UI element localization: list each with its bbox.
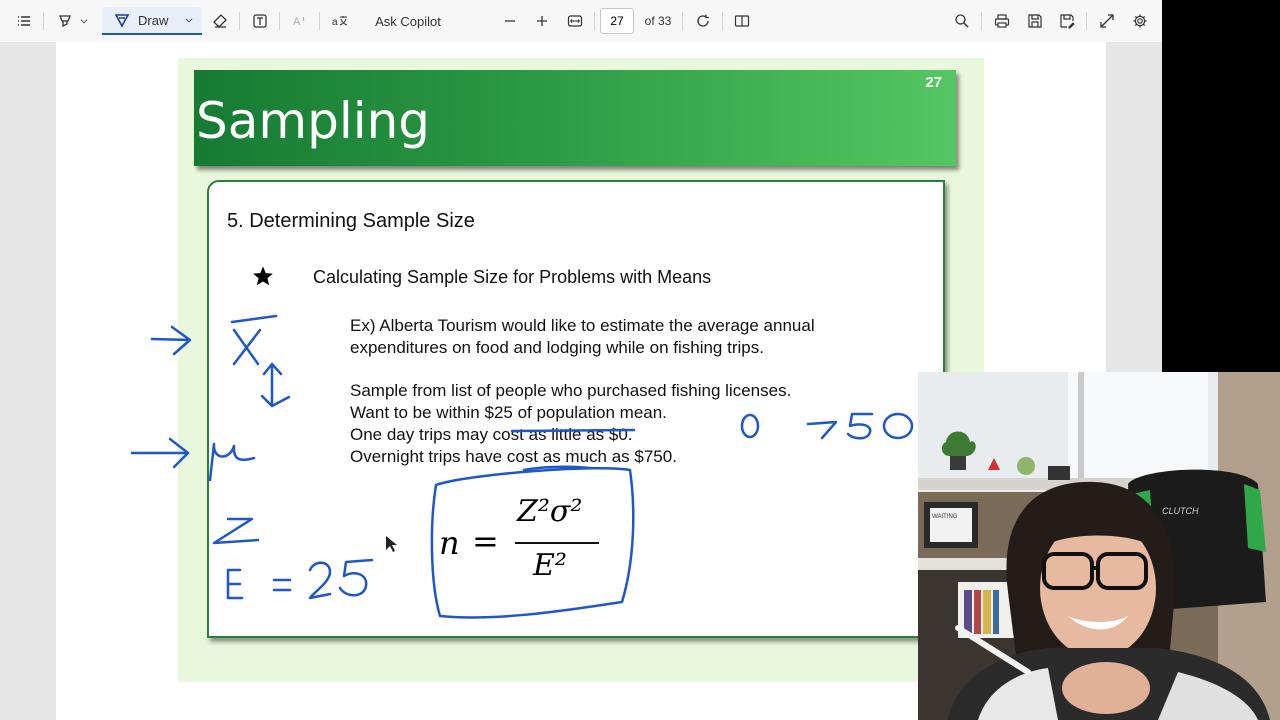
- minus-icon: [505, 20, 515, 22]
- slide: Sampling 27 5. Determining Sample Size C…: [178, 58, 984, 682]
- divider: [279, 12, 280, 30]
- frame-text: WAITING: [932, 514, 958, 520]
- example-line-2: expenditures on food and lodging while o…: [350, 338, 764, 357]
- draw-label: Draw: [138, 12, 169, 28]
- formula-denominator: E²: [533, 548, 567, 583]
- printer-icon: [994, 14, 1010, 28]
- webcam-video: WAITING CLUTCH: [918, 372, 1280, 720]
- two-page-icon: [734, 15, 750, 27]
- divider: [682, 12, 683, 30]
- print-button[interactable]: [990, 7, 1014, 35]
- read-aloud-button[interactable]: A: [288, 7, 312, 35]
- sample-size-formula: n = Z²σ² E²: [437, 492, 607, 602]
- page-view-button[interactable]: [730, 7, 754, 35]
- formula-fraction-bar: [515, 542, 599, 544]
- settings-button[interactable]: [1128, 7, 1152, 35]
- highlighter-icon: [59, 15, 71, 28]
- divider: [239, 12, 240, 30]
- chevron-down-icon: [80, 19, 88, 24]
- formula-n: n: [439, 524, 460, 562]
- save-as-button[interactable]: [1055, 7, 1079, 35]
- divider: [981, 12, 982, 30]
- divider: [43, 12, 44, 30]
- contents-button[interactable]: [12, 7, 36, 35]
- expand-icon: [1100, 14, 1114, 28]
- example-line-1: Ex) Alberta Tourism would like to estima…: [350, 316, 815, 335]
- draw-button[interactable]: Draw: [102, 7, 202, 35]
- fit-page-button[interactable]: [563, 7, 587, 35]
- webcam-frame: WAITING CLUTCH: [918, 372, 1280, 720]
- info-line-3: One day trips may cost as little as $0.: [350, 425, 633, 444]
- plus-icon: [537, 16, 547, 26]
- text-box-icon: [253, 14, 267, 28]
- slide-title-bar: Sampling 27: [194, 70, 956, 166]
- save-button[interactable]: [1023, 7, 1047, 35]
- zoom-in-button[interactable]: [530, 7, 554, 35]
- search-icon: [955, 14, 969, 28]
- rotate-icon: [697, 14, 709, 27]
- formula-numerator: Z²σ²: [517, 494, 583, 529]
- zoom-out-button[interactable]: [498, 7, 522, 35]
- slide-content-box: 5. Determining Sample Size Calculating S…: [207, 180, 945, 638]
- read-aloud-icon: A: [293, 16, 305, 28]
- info-line-2: Want to be within $25 of population mean…: [350, 403, 667, 422]
- highlight-button[interactable]: [52, 7, 94, 35]
- svg-text:A: A: [293, 16, 301, 28]
- list-icon: [18, 16, 30, 26]
- divider: [722, 12, 723, 30]
- slide-title: Sampling: [196, 92, 431, 150]
- info-line-4: Overnight trips have cost as much as $75…: [350, 447, 677, 466]
- divider: [319, 12, 320, 30]
- translate-icon: a: [332, 16, 348, 28]
- full-screen-button[interactable]: [1095, 7, 1119, 35]
- star-icon: [253, 266, 273, 286]
- translate-button[interactable]: a: [328, 7, 352, 35]
- search-button[interactable]: [950, 7, 974, 35]
- save-as-icon: [1060, 14, 1075, 29]
- page-number-input[interactable]: [600, 8, 634, 34]
- erase-button[interactable]: [208, 7, 232, 35]
- formula-equals: =: [472, 522, 499, 560]
- ask-copilot-button[interactable]: Ask Copilot: [368, 7, 448, 35]
- chevron-down-icon: [185, 18, 193, 23]
- rotate-button[interactable]: [691, 7, 715, 35]
- info-line-1: Sample from list of people who purchased…: [350, 381, 792, 400]
- divider: [1086, 12, 1087, 30]
- page-total: of 33: [644, 14, 672, 28]
- chair-brand: CLUTCH: [1162, 506, 1199, 516]
- svg-text:a: a: [332, 17, 338, 28]
- eraser-icon: [213, 14, 227, 28]
- divider: [594, 12, 595, 30]
- draw-pen-icon: [114, 14, 130, 28]
- add-text-button[interactable]: [248, 7, 272, 35]
- section-heading: 5. Determining Sample Size: [227, 210, 475, 232]
- toolbar: Draw A a Ask Copilot of 33: [0, 0, 1162, 43]
- fit-width-icon: [567, 15, 583, 27]
- gear-icon: [1133, 14, 1147, 28]
- bullet-heading: Calculating Sample Size for Problems wit…: [313, 267, 712, 287]
- slide-number: 27: [925, 74, 942, 91]
- save-icon: [1028, 14, 1042, 28]
